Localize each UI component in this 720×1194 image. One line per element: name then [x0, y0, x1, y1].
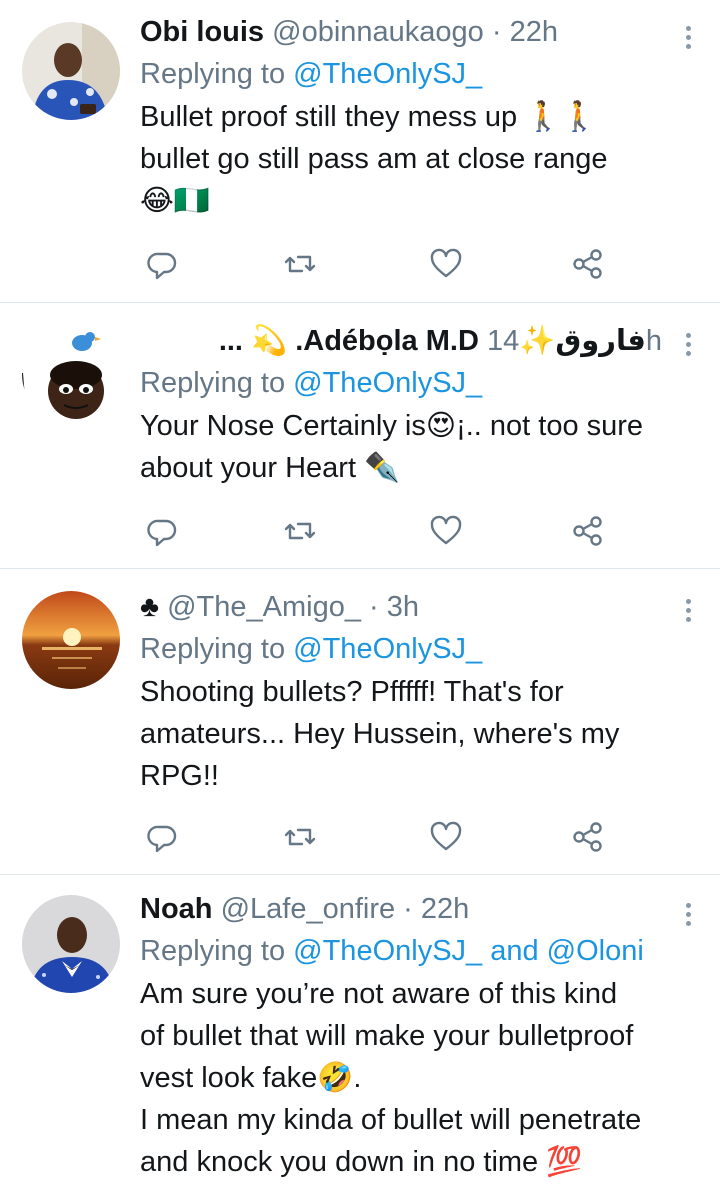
replying-to: Replying to @TheOnlySJ_ — [140, 629, 690, 669]
more-options-icon[interactable] — [684, 333, 692, 360]
avatar[interactable] — [22, 591, 120, 689]
tweet-text-line: amateurs... Hey Hussein, where's my — [140, 718, 620, 750]
tweet[interactable]: ♣ @The_Amigo_ · 3h Replying to @TheOnlyS… — [0, 569, 720, 875]
separator: · — [483, 16, 510, 48]
reply-icon[interactable] — [144, 513, 180, 549]
tweet-header: ♣ @The_Amigo_ · 3h — [140, 589, 690, 625]
replying-label: Replying to — [140, 58, 294, 90]
handle[interactable]: @Lafe_onfire — [221, 893, 396, 925]
separator: · — [360, 591, 387, 623]
tweet-header: Noah @Lafe_onfire · 22h — [140, 891, 690, 927]
name-emoji: ✨ — [519, 325, 556, 357]
handle[interactable]: @obinnaukaogo — [272, 16, 484, 48]
replying-to: Replying to @TheOnlySJ_ — [140, 54, 690, 94]
tweet-text: Shooting bullets? Pfffff! That's for ama… — [140, 671, 690, 797]
share-icon[interactable] — [570, 513, 606, 549]
tweet-text: Bullet proof still they mess up 🚶🚶 bulle… — [140, 96, 690, 222]
timestamp[interactable]: 3h — [387, 591, 419, 623]
tweet-text-line: Your Nose Certainly is😍¡.. not too sure — [140, 410, 644, 442]
tweet-text-line: vest look fake🤣. — [140, 1062, 362, 1094]
tweet-text-line: Shooting bullets? Pfffff! That's for — [140, 676, 564, 708]
reply-icon[interactable] — [144, 819, 180, 855]
retweet-icon[interactable] — [282, 246, 318, 282]
share-icon[interactable] — [570, 246, 606, 282]
tweet-actions — [140, 819, 690, 859]
timestamp[interactable]: 22h — [510, 16, 558, 48]
reply-icon[interactable] — [144, 246, 180, 282]
tweet[interactable]: Obi louis @obinnaukaogo · 22h Replying t… — [0, 0, 720, 303]
tweet-text-line: Bullet proof still they mess up 🚶🚶 — [140, 101, 598, 133]
replying-and: and — [482, 935, 547, 967]
heart-icon[interactable] — [428, 246, 464, 282]
display-name[interactable]: ♣ — [140, 591, 159, 623]
replying-label: Replying to — [140, 367, 294, 399]
reply-mention-link[interactable]: @TheOnlySJ_ — [293, 58, 482, 90]
tweet-text-line: and knock you down in no time 💯 — [140, 1146, 583, 1178]
more-options-icon[interactable] — [684, 26, 692, 53]
more-options-icon[interactable] — [684, 903, 692, 930]
display-name[interactable]: .Adébọla M.D فاروق — [295, 325, 646, 357]
tweet-actions — [140, 513, 690, 553]
replying-to: Replying to @TheOnlySJ_ — [140, 363, 690, 403]
tweet-text-line: bullet go still pass am at close range — [140, 143, 608, 175]
avatar[interactable] — [22, 895, 120, 993]
tweet-text-line: I mean my kinda of bullet will penetrate — [140, 1104, 642, 1136]
timestamp[interactable]: 22h — [421, 893, 469, 925]
tweet-text-line: about your Heart ✒️ — [140, 452, 401, 484]
tweet-actions — [140, 246, 690, 286]
display-name[interactable]: Noah — [140, 893, 213, 925]
reply-mention-link[interactable]: @TheOnlySJ_ — [293, 367, 482, 399]
display-name[interactable]: Obi louis — [140, 16, 264, 48]
replying-label: Replying to — [140, 935, 294, 967]
tweet-header: Obi louis @obinnaukaogo · 22h — [140, 14, 690, 50]
tweet-text-line: Am sure you’re not aware of this kind — [140, 978, 618, 1010]
share-icon[interactable] — [570, 819, 606, 855]
separator: · — [395, 893, 421, 925]
retweet-icon[interactable] — [282, 513, 318, 549]
tweet-header: ... 💫 .Adébọla M.D فاروق✨14h — [140, 323, 690, 359]
heart-icon[interactable] — [428, 819, 464, 855]
more-options-icon[interactable] — [684, 599, 692, 626]
tweet[interactable]: Noah @Lafe_onfire · 22h Replying to @The… — [0, 875, 720, 1194]
reply-mention-link[interactable]: @TheOnlySJ_ — [293, 935, 482, 967]
reply-mention-link[interactable]: @TheOnlySJ_ — [293, 633, 482, 665]
replying-label: Replying to — [140, 633, 294, 665]
tweet-text: Am sure you’re not aware of this kind of… — [140, 973, 690, 1183]
handle[interactable]: @The_Amigo_ — [167, 591, 361, 623]
retweet-icon[interactable] — [282, 819, 318, 855]
avatar[interactable] — [22, 325, 120, 423]
tweet-text-line: 😂🇳🇬 — [140, 185, 210, 217]
tweet-text-line: of bullet that will make your bulletproo… — [140, 1020, 634, 1052]
tweet-text-line: RPG!! — [140, 760, 219, 792]
tweet[interactable]: ... 💫 .Adébọla M.D فاروق✨14h Replying to… — [0, 303, 720, 569]
avatar[interactable] — [22, 22, 120, 120]
tweet-text: Your Nose Certainly is😍¡.. not too sure … — [140, 405, 690, 489]
replying-to: Replying to @TheOnlySJ_ and @Oloni — [140, 931, 690, 971]
heart-icon[interactable] — [428, 513, 464, 549]
reply-mention-link[interactable]: @Oloni — [547, 935, 644, 967]
display-name-prefix: ... 💫 — [218, 325, 296, 357]
